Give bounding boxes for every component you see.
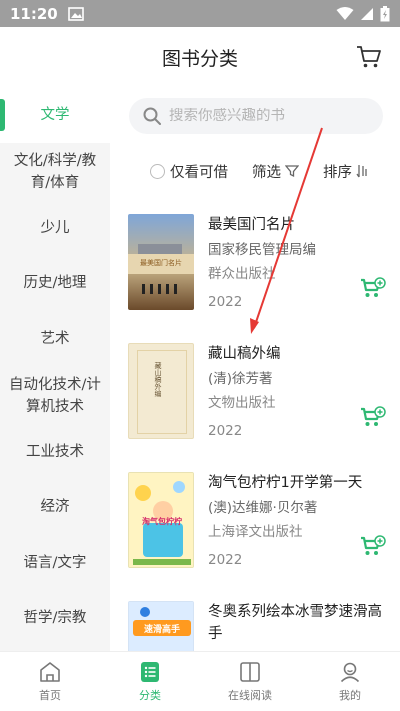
sidebar-item-label: 哲学/宗教 bbox=[23, 610, 87, 626]
available-only-radio[interactable] bbox=[150, 163, 165, 179]
available-only-label: 仅看可借 bbox=[170, 164, 228, 181]
home-icon bbox=[40, 662, 60, 682]
sort-button[interactable]: 排序 bbox=[323, 161, 370, 182]
tab-label: 在线阅读 bbox=[228, 689, 272, 702]
filter-bar: 仅看可借 筛选 排序 bbox=[150, 159, 400, 183]
sidebar-item-industrial-tech[interactable]: 工业技术 bbox=[0, 425, 110, 479]
book-cover: 速滑高手 bbox=[128, 601, 194, 651]
tab-label: 分类 bbox=[139, 689, 161, 702]
sidebar-item-children[interactable]: 少儿 bbox=[0, 201, 110, 255]
open-book-icon bbox=[240, 662, 260, 682]
sidebar-item-language[interactable]: 语言/文字 bbox=[0, 535, 110, 591]
sidebar-item-label: 少儿 bbox=[40, 220, 70, 236]
funnel-icon bbox=[285, 165, 299, 178]
available-only-toggle[interactable]: 仅看可借 bbox=[150, 161, 228, 182]
status-bar: 11:20 bbox=[0, 0, 400, 27]
sidebar-item-label: 工业技术 bbox=[26, 444, 84, 460]
book-item[interactable]: 最美国门名片 最美国门名片 国家移民管理局编 群众出版社 2022 bbox=[128, 214, 400, 324]
sort-icon bbox=[356, 165, 367, 178]
sidebar-item-history-geography[interactable]: 历史/地理 bbox=[0, 255, 110, 311]
sidebar-item-label: 自动化技术/计算机技术 bbox=[9, 377, 101, 415]
book-cover: 最美国门名片 bbox=[128, 214, 194, 310]
battery-charging-icon bbox=[380, 5, 390, 21]
sidebar-item-culture-science[interactable]: 文化/科学/教育/体育 bbox=[0, 143, 110, 201]
sidebar-item-economics[interactable]: 经济 bbox=[0, 479, 110, 535]
tab-profile[interactable]: 我的 bbox=[300, 652, 400, 711]
sidebar-item-philosophy-religion[interactable]: 哲学/宗教 bbox=[0, 591, 110, 645]
bottom-tab-bar: 首页 分类 在线阅读 我的 bbox=[0, 651, 400, 711]
status-time: 11:20 bbox=[10, 4, 58, 23]
search-input[interactable] bbox=[169, 108, 369, 124]
sidebar-item-label: 文学 bbox=[40, 107, 70, 123]
book-cover: 藏山稿外编 bbox=[128, 343, 194, 439]
book-title: 淘气包柠柠1开学第一天 bbox=[208, 475, 363, 491]
tab-home[interactable]: 首页 bbox=[0, 652, 100, 711]
book-info: 冬奥系列绘本冰雪梦速滑高手 bbox=[208, 601, 388, 645]
tab-category[interactable]: 分类 bbox=[100, 652, 200, 711]
book-author: (澳)达维娜·贝尔著 bbox=[208, 500, 318, 516]
sidebar-item-label: 历史/地理 bbox=[23, 275, 87, 291]
wifi-icon bbox=[336, 6, 354, 20]
book-title: 冬奥系列绘本冰雪梦速滑高手 bbox=[208, 604, 382, 642]
tab-online-reading[interactable]: 在线阅读 bbox=[200, 652, 300, 711]
cart-icon[interactable] bbox=[356, 44, 382, 70]
tab-label: 首页 bbox=[39, 689, 61, 702]
filter-label: 筛选 bbox=[252, 164, 281, 181]
sidebar-item-art[interactable]: 艺术 bbox=[0, 311, 110, 367]
book-author: (清)徐芳著 bbox=[208, 371, 273, 387]
sidebar-item-automation-computing[interactable]: 自动化技术/计算机技术 bbox=[0, 367, 110, 425]
cover-title: 藏山稿外编 bbox=[154, 362, 162, 397]
book-cover: 淘气包柠柠 bbox=[128, 472, 194, 568]
search-bar[interactable] bbox=[129, 98, 383, 134]
book-item[interactable]: 藏山稿外编 藏山稿外编 (清)徐芳著 文物出版社 2022 bbox=[128, 343, 400, 453]
book-item[interactable]: 速滑高手 冬奥系列绘本冰雪梦速滑高手 bbox=[128, 601, 400, 651]
sidebar-item-label: 经济 bbox=[40, 499, 70, 515]
sort-label: 排序 bbox=[323, 164, 352, 181]
category-sidebar: 文学 文化/科学/教育/体育 少儿 历史/地理 艺术 自动化技术/计算机技术 工… bbox=[0, 87, 110, 651]
book-list-panel: 仅看可借 筛选 排序 最美国门名片 bbox=[110, 87, 400, 651]
cover-title: 淘气包柠柠 bbox=[142, 517, 182, 526]
book-title: 藏山稿外编 bbox=[208, 346, 281, 362]
sidebar-item-label: 语言/文字 bbox=[23, 555, 87, 571]
add-to-cart-icon[interactable] bbox=[360, 406, 386, 430]
search-icon bbox=[143, 107, 161, 125]
category-list-icon bbox=[141, 662, 159, 682]
book-title: 最美国门名片 bbox=[208, 217, 295, 233]
user-icon bbox=[340, 662, 360, 683]
filter-button[interactable]: 筛选 bbox=[252, 161, 299, 182]
page-title: 图书分类 bbox=[161, 47, 238, 70]
book-item[interactable]: 淘气包柠柠 淘气包柠柠1开学第一天 (澳)达维娜·贝尔著 上海译文出版社 202… bbox=[128, 472, 400, 582]
signal-icon bbox=[361, 7, 373, 20]
tab-label: 我的 bbox=[339, 689, 361, 702]
sidebar-item-literature[interactable]: 文学 bbox=[0, 87, 110, 143]
add-to-cart-icon[interactable] bbox=[360, 535, 386, 559]
add-to-cart-icon[interactable] bbox=[360, 277, 386, 301]
cover-title: 最美国门名片 bbox=[140, 259, 182, 267]
sidebar-item-label: 艺术 bbox=[40, 331, 70, 347]
status-icons bbox=[336, 5, 390, 22]
cover-title: 速滑高手 bbox=[143, 625, 180, 635]
sidebar-item-label: 文化/科学/教育/体育 bbox=[13, 153, 97, 191]
image-notification-icon bbox=[67, 6, 84, 21]
page-header: 图书分类 bbox=[0, 27, 400, 87]
book-author: 国家移民管理局编 bbox=[208, 242, 316, 258]
